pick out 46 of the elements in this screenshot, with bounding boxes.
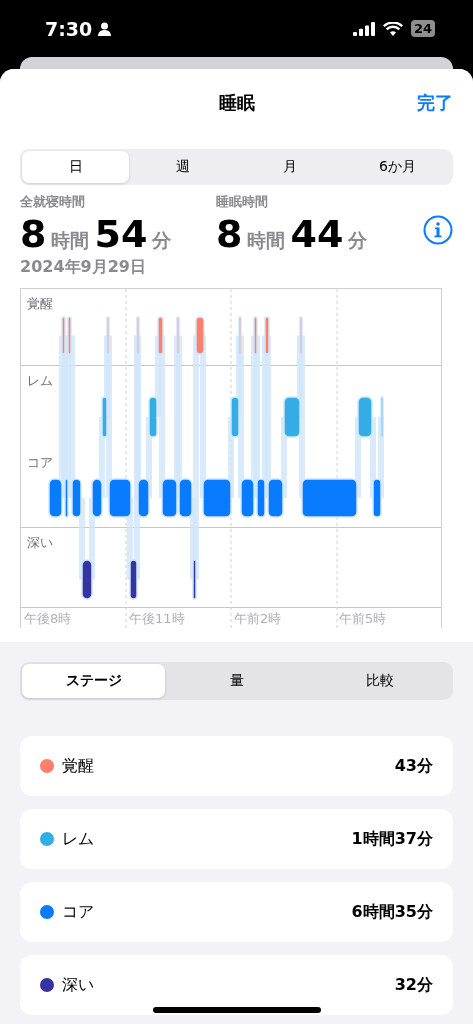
stage-card[interactable]: 深い 32分 xyxy=(20,955,453,1015)
stage-label: 深い xyxy=(27,534,53,550)
stage-label: 覚醒 xyxy=(27,296,53,311)
status-time: 7:30 xyxy=(45,17,93,40)
stage-card[interactable]: コア 6時間35分 xyxy=(20,882,453,942)
screen-title: 睡眠 xyxy=(218,91,255,115)
hours-unit: 時間 xyxy=(51,228,90,253)
info-icon[interactable] xyxy=(423,215,453,245)
time-label: 午後11時 xyxy=(128,610,186,628)
stage-duration: 43分 xyxy=(394,755,433,777)
stage-duration: 1時間37分 xyxy=(351,828,433,850)
stat-label: 睡眠時間 xyxy=(216,193,269,211)
stage-label: コア xyxy=(27,454,53,470)
hours-value: 8 xyxy=(20,211,47,257)
stage-name: 深い xyxy=(62,974,95,996)
stage-name: 覚醒 xyxy=(62,755,95,777)
time-label: 午前5時 xyxy=(338,610,388,628)
time-label: 午前2時 xyxy=(233,610,283,628)
time-label: 午後8時 xyxy=(23,610,73,628)
date-label: 2024年9月29日 xyxy=(20,257,147,278)
minutes-value: 44 xyxy=(290,211,344,257)
battery-level: 24 xyxy=(410,20,435,37)
range-tab[interactable]: 6か月 xyxy=(343,151,451,183)
stage-card[interactable]: レム 1時間37分 xyxy=(20,809,453,869)
minutes-unit: 分 xyxy=(152,228,172,253)
done-link[interactable]: 完了 xyxy=(417,91,453,115)
minutes-value: 54 xyxy=(94,211,148,257)
range-tab[interactable]: 週 xyxy=(129,151,237,183)
stage-card[interactable]: 覚醒 43分 xyxy=(20,736,453,796)
hours-value: 8 xyxy=(216,211,243,257)
stage-name: レム xyxy=(62,828,95,850)
stage-label: レム xyxy=(27,373,53,389)
stat-label: 全就寝時間 xyxy=(20,193,86,211)
range-tab[interactable]: 月 xyxy=(236,151,344,183)
stage-name: コア xyxy=(62,901,95,923)
person-icon xyxy=(98,21,112,36)
wifi-icon xyxy=(382,21,403,36)
signal-icon xyxy=(352,21,375,36)
range-tab[interactable]: 日 xyxy=(22,151,130,183)
view-tab[interactable]: ステージ xyxy=(22,664,165,698)
view-tab[interactable]: 量 xyxy=(165,664,308,698)
stage-duration: 6時間35分 xyxy=(351,901,433,923)
hours-unit: 時間 xyxy=(247,228,286,253)
stage-duration: 32分 xyxy=(394,974,433,996)
minutes-unit: 分 xyxy=(348,228,368,253)
view-tab[interactable]: 比較 xyxy=(308,664,451,698)
